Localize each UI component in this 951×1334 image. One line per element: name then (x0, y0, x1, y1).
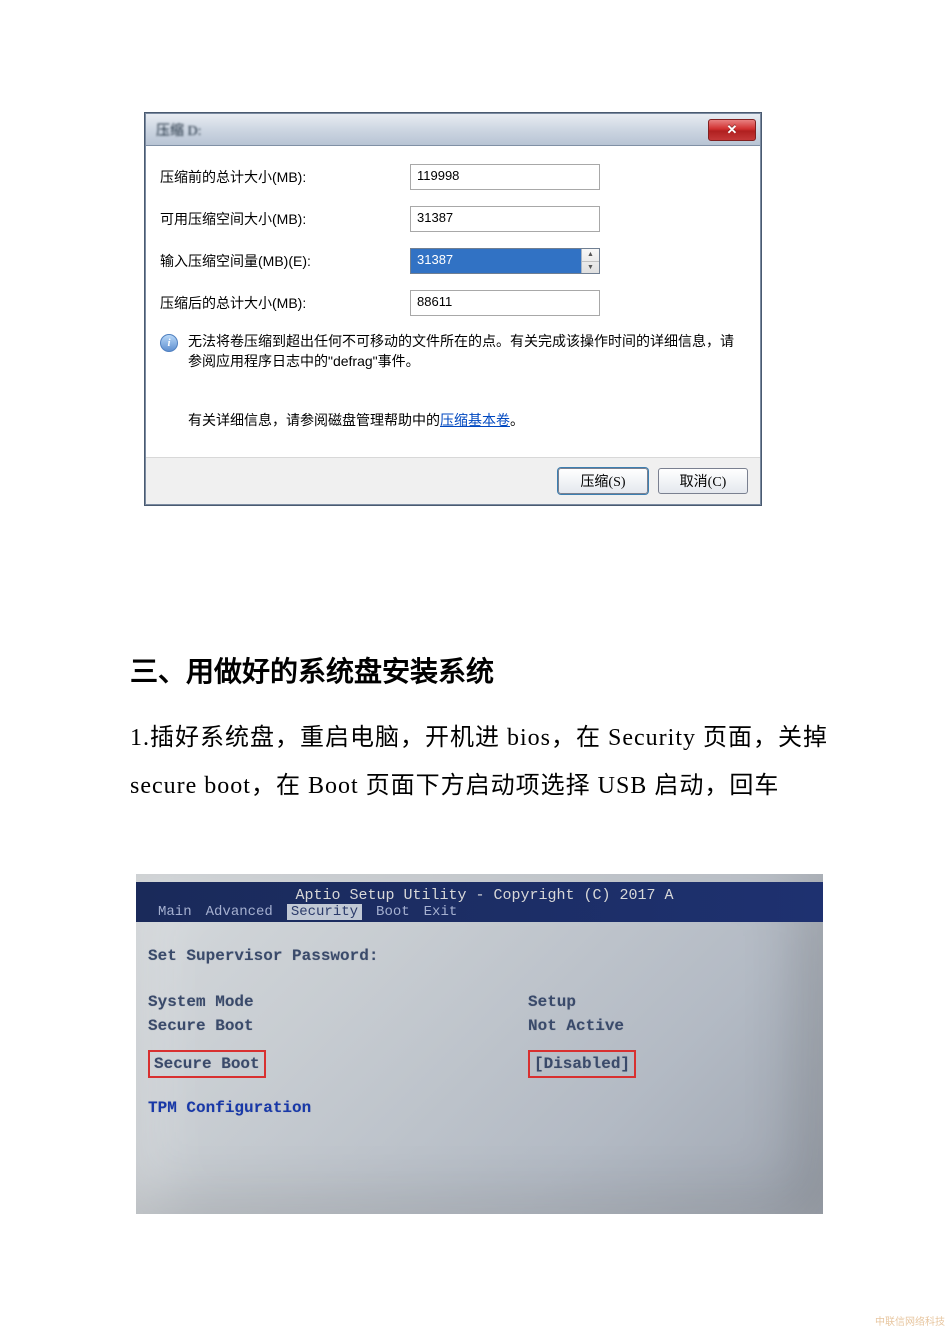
shrink-amount-input[interactable]: 31387 (411, 249, 581, 273)
highlight-secure-boot-value: [Disabled] (528, 1050, 636, 1078)
section-paragraph: 1.插好系统盘，重启电脑，开机进 bios，在 Security 页面，关掉 s… (130, 714, 830, 810)
info-text-2: 有关详细信息，请参阅磁盘管理帮助中的压缩基本卷。 (188, 411, 524, 431)
bios-system-mode-value: Setup (528, 990, 576, 1014)
bios-tab-exit[interactable]: Exit (424, 904, 458, 920)
bios-row-set-supervisor[interactable]: Set Supervisor Password: (148, 944, 811, 968)
dialog-body: 压缩前的总计大小(MB): 119998 可用压缩空间大小(MB): 31387… (146, 146, 760, 457)
info-text-1: 无法将卷压缩到超出任何不可移动的文件所在的点。有关完成该操作时间的详细信息，请参… (188, 332, 746, 371)
bios-screenshot: Aptio Setup Utility - Copyright (C) 2017… (136, 874, 823, 1214)
row-total-before: 压缩前的总计大小(MB): 119998 (160, 164, 746, 190)
row-available: 可用压缩空间大小(MB): 31387 (160, 206, 746, 232)
value-available: 31387 (410, 206, 600, 232)
bios-secure-boot-status-value: Not Active (528, 1014, 624, 1038)
bios-row-secure-boot-toggle[interactable]: Secure Boot [Disabled] (148, 1050, 811, 1078)
info-icon: i (160, 334, 178, 352)
dialog-footer: 压缩(S) 取消(C) (146, 457, 760, 504)
bios-secure-boot-status-label: Secure Boot (148, 1014, 528, 1038)
shrink-dialog: 压缩 D: ✕ 压缩前的总计大小(MB): 119998 可用压缩空间大小(MB… (145, 113, 761, 505)
bios-row-system-mode: System Mode Setup (148, 990, 811, 1014)
spinner-buttons: ▲ ▼ (581, 249, 599, 273)
info-row-2: 有关详细信息，请参阅磁盘管理帮助中的压缩基本卷。 (188, 411, 746, 431)
bios-tpm-label: TPM Configuration (148, 1096, 528, 1120)
info2-prefix: 有关详细信息，请参阅磁盘管理帮助中的 (188, 412, 440, 428)
bios-set-supervisor-label: Set Supervisor Password: (148, 944, 528, 968)
cancel-button[interactable]: 取消(C) (658, 468, 748, 494)
value-total-after: 88611 (410, 290, 600, 316)
watermark: 中联信网络科技 (875, 1313, 945, 1328)
bios-header: Aptio Setup Utility - Copyright (C) 2017… (136, 882, 823, 922)
document-section: 三、用做好的系统盘安装系统 1.插好系统盘，重启电脑，开机进 bios，在 Se… (130, 650, 830, 810)
bios-tab-advanced[interactable]: Advanced (206, 904, 273, 920)
dialog-title: 压缩 D: (156, 120, 202, 140)
close-icon: ✕ (727, 122, 738, 138)
bios-secure-boot-toggle-value[interactable]: [Disabled] (528, 1050, 636, 1078)
spinner-down-icon[interactable]: ▼ (582, 262, 599, 274)
bios-tabs: Main Advanced Security Boot Exit (146, 904, 823, 920)
bios-row-secure-boot-status: Secure Boot Not Active (148, 1014, 811, 1038)
help-link-shrink-basic[interactable]: 压缩基本卷 (440, 412, 510, 428)
bios-secure-boot-toggle-label: Secure Boot (148, 1050, 528, 1078)
bios-row-tpm[interactable]: TPM Configuration (148, 1096, 811, 1120)
bios-copyright: Aptio Setup Utility - Copyright (C) 2017… (146, 884, 823, 904)
info-row-1: i 无法将卷压缩到超出任何不可移动的文件所在的点。有关完成该操作时间的详细信息，… (160, 332, 746, 371)
bios-tab-main[interactable]: Main (158, 904, 192, 920)
value-total-before: 119998 (410, 164, 600, 190)
label-input-amount: 输入压缩空间量(MB)(E): (160, 251, 410, 271)
row-total-after: 压缩后的总计大小(MB): 88611 (160, 290, 746, 316)
label-total-after: 压缩后的总计大小(MB): (160, 293, 410, 313)
close-button[interactable]: ✕ (708, 119, 756, 141)
shrink-button[interactable]: 压缩(S) (558, 468, 648, 494)
dialog-titlebar[interactable]: 压缩 D: ✕ (146, 114, 760, 146)
label-available: 可用压缩空间大小(MB): (160, 209, 410, 229)
spinner-up-icon[interactable]: ▲ (582, 249, 599, 262)
info2-suffix: 。 (510, 412, 524, 428)
bios-tab-security[interactable]: Security (287, 904, 362, 920)
highlight-secure-boot-label: Secure Boot (148, 1050, 266, 1078)
row-input-amount: 输入压缩空间量(MB)(E): 31387 ▲ ▼ (160, 248, 746, 274)
label-total-before: 压缩前的总计大小(MB): (160, 167, 410, 187)
section-heading: 三、用做好的系统盘安装系统 (130, 650, 830, 690)
bios-system-mode-label: System Mode (148, 990, 528, 1014)
bios-tab-boot[interactable]: Boot (376, 904, 410, 920)
bios-content: Set Supervisor Password: System Mode Set… (136, 922, 823, 1132)
shrink-amount-spinner[interactable]: 31387 ▲ ▼ (410, 248, 600, 274)
